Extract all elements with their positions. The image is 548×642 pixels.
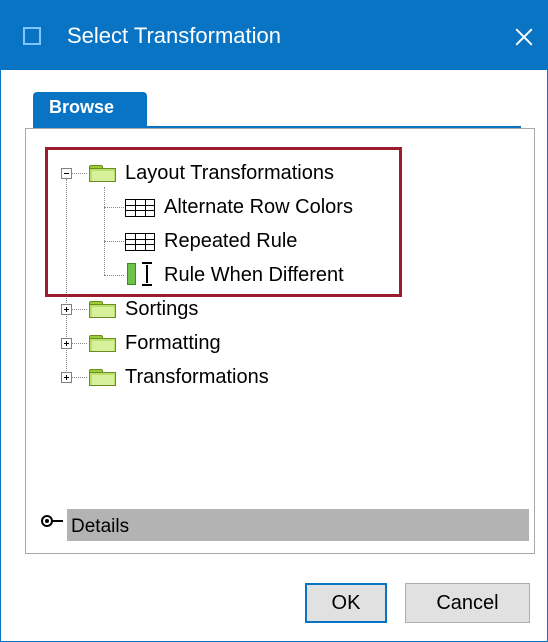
expand-icon[interactable]	[61, 372, 72, 383]
dialog-title: Select Transformation	[67, 23, 281, 48]
tree-connector	[71, 343, 87, 344]
folder-icon	[89, 333, 116, 352]
close-icon[interactable]	[501, 17, 547, 57]
ok-button[interactable]: OK	[305, 583, 387, 623]
details-label: Details	[71, 516, 130, 537]
details-bar[interactable]	[67, 509, 529, 541]
app-window-icon	[23, 27, 41, 45]
tree-item-label: Sortings	[125, 298, 199, 320]
tree-connector	[71, 377, 87, 378]
tree-connector	[71, 309, 87, 310]
tab-browse[interactable]: Browse	[33, 92, 147, 127]
folder-icon	[89, 299, 116, 318]
cancel-button[interactable]: Cancel	[405, 583, 530, 623]
expand-icon[interactable]	[61, 304, 72, 315]
title-bar: Select Transformation	[1, 1, 547, 70]
folder-icon	[89, 367, 116, 386]
tree-item-label: Transformations	[125, 366, 269, 388]
tree-item-label: Formatting	[125, 332, 221, 354]
select-transformation-dialog: Select Transformation Browse Layout Tran…	[0, 0, 548, 642]
details-toggle-icon[interactable]	[41, 514, 67, 530]
highlight-box	[45, 147, 402, 297]
expand-icon[interactable]	[61, 338, 72, 349]
